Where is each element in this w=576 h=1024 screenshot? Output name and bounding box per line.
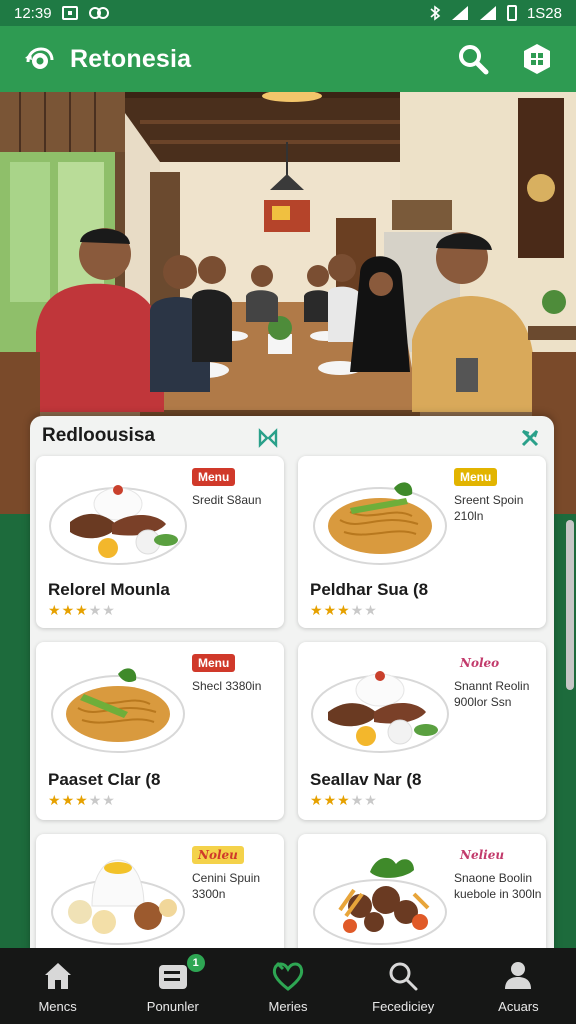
- star-empty-icon: ★: [102, 602, 116, 618]
- star-filled-icon: ★: [61, 792, 76, 808]
- star-filled-icon: ★: [323, 792, 338, 808]
- home-icon: [44, 962, 71, 989]
- menu-grid-button[interactable]: [520, 42, 554, 76]
- dish-description: Sredit S8aun: [192, 493, 262, 507]
- star-empty-icon: ★: [350, 792, 365, 808]
- grid-icon: [524, 44, 550, 74]
- star-empty-icon: ★: [364, 792, 378, 808]
- dish-description: Snaone Boolin kuebole in 300ln: [454, 871, 542, 901]
- star-empty-icon: ★: [88, 792, 103, 808]
- menu-badge: Noleu: [192, 846, 244, 864]
- menu-badge: Menu: [192, 654, 236, 672]
- heart-icon: [272, 961, 304, 991]
- notification-badge: 1: [186, 954, 205, 972]
- dish-name: Paaset Clar (8: [48, 770, 161, 789]
- app-bar: Retonesia: [0, 26, 576, 92]
- app-logo-icon[interactable]: [22, 42, 56, 76]
- search-icon: [459, 45, 489, 75]
- dish-image: [311, 671, 449, 753]
- menu-card[interactable]: Menu Sreent Spoin 210ln Peldhar Sua (8 ★…: [298, 456, 546, 628]
- section-title: Redloousisa: [42, 425, 155, 446]
- nav-label: Fecediciey: [372, 998, 435, 1014]
- star-empty-icon: ★: [350, 602, 365, 618]
- dish-image: [313, 857, 447, 945]
- wifi-signal-icon: [479, 6, 496, 20]
- star-empty-icon: ★: [364, 602, 378, 618]
- scrollbar[interactable]: [566, 520, 574, 690]
- status-time: 12:39: [14, 4, 52, 22]
- menu-card[interactable]: Menu Shecl 3380in Paaset Clar (8 ★★★★★: [36, 642, 284, 820]
- dish-description: Cenini Spuin 3300n: [192, 871, 261, 901]
- star-filled-icon: ★: [48, 792, 62, 808]
- dish-name: Relorel Mounla: [48, 580, 170, 599]
- status-bar: 12:39 1S28: [0, 0, 576, 26]
- dish-description: Shecl 3380in: [192, 679, 262, 693]
- dish-image: [51, 859, 185, 945]
- star-filled-icon: ★: [323, 602, 338, 618]
- dish-image: [313, 482, 447, 565]
- dish-image: [51, 668, 185, 753]
- menu-badge: Menu: [192, 468, 236, 486]
- app-title: Retonesia: [70, 44, 192, 73]
- star-filled-icon: ★: [310, 602, 324, 618]
- nav-label: Ponunler: [146, 998, 199, 1014]
- menu-badge: Nelieu: [460, 848, 505, 862]
- battery-icon: [506, 5, 517, 21]
- nav-label: Mencs: [38, 998, 77, 1014]
- nav-label: Acuars: [498, 998, 539, 1014]
- rating-stars: ★★★★★: [48, 792, 116, 809]
- star-filled-icon: ★: [75, 792, 89, 808]
- star-empty-icon: ★: [102, 792, 116, 808]
- star-filled-icon: ★: [310, 792, 324, 808]
- search-button[interactable]: [456, 42, 490, 76]
- rating-stars: ★★★★★: [310, 602, 378, 619]
- menu-badge: Noleo: [460, 656, 500, 670]
- menu-badge: Menu: [454, 468, 498, 486]
- list-icon: [158, 964, 187, 989]
- nav-label: Meries: [268, 998, 308, 1014]
- nav-item-search[interactable]: Fecediciey: [346, 948, 461, 1024]
- status-right-text: 1S28: [526, 4, 562, 22]
- dish-image: [49, 485, 187, 565]
- menu-card[interactable]: Noleo Snannt Reolin 900lor Ssn Seallav N…: [298, 642, 546, 820]
- menu-sheet: Redloousisa Menu Sredit S8aun Relorel Mo…: [30, 416, 554, 964]
- dish-description: Snannt Reolin 900lor Ssn: [454, 679, 530, 709]
- nav-item-list[interactable]: 1 Ponunler: [115, 948, 230, 1024]
- menu-card[interactable]: Nelieu Snaone Boolin kuebole in 300ln: [298, 834, 546, 964]
- star-filled-icon: ★: [75, 602, 89, 618]
- bluetooth-icon: [430, 5, 441, 21]
- search-icon: [389, 962, 418, 990]
- sync-icon: [88, 7, 109, 19]
- nav-item-home[interactable]: Mencs: [0, 948, 115, 1024]
- star-filled-icon: ★: [337, 792, 351, 808]
- close-x-icon[interactable]: [520, 428, 540, 448]
- rating-stars: ★★★★★: [48, 602, 116, 619]
- menu-card[interactable]: Noleu Cenini Spuin 3300n: [36, 834, 284, 964]
- signal-icon: [451, 6, 468, 20]
- star-filled-icon: ★: [48, 602, 62, 618]
- bottom-navigation: Mencs 1 Ponunler Meries Fecediciey Acuar…: [0, 948, 576, 1024]
- menu-card[interactable]: Menu Sredit S8aun Relorel Mounla ★★★★★: [36, 456, 284, 628]
- star-empty-icon: ★: [88, 602, 103, 618]
- dish-description: Sreent Spoin 210ln: [454, 493, 524, 523]
- dish-name: Seallav Nar (8: [310, 770, 422, 789]
- nav-item-favorites[interactable]: Meries: [230, 948, 345, 1024]
- person-icon: [505, 961, 532, 989]
- star-filled-icon: ★: [61, 602, 76, 618]
- notification-icon: [61, 6, 78, 20]
- star-filled-icon: ★: [337, 602, 351, 618]
- rating-stars: ★★★★★: [310, 792, 378, 809]
- nav-item-account[interactable]: Acuars: [461, 948, 576, 1024]
- bowtie-icon[interactable]: [258, 428, 278, 448]
- dish-name: Peldhar Sua (8: [310, 580, 429, 599]
